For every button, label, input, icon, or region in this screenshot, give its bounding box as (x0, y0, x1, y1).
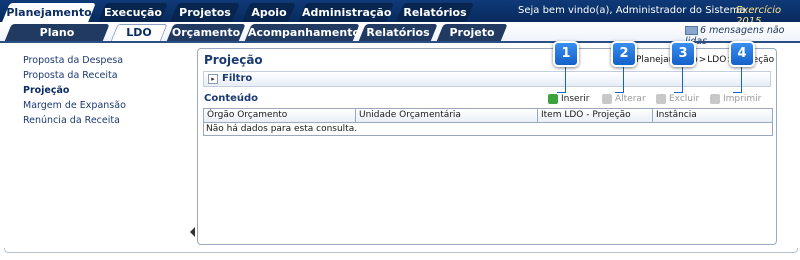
callout-connector (557, 92, 566, 93)
empty-table-message: Não há dados para esta consulta. (206, 124, 358, 134)
sub-navigation-bar: Plano Plurianual LDO Orçamento Acompanha… (0, 22, 800, 57)
printer-icon (710, 93, 720, 104)
filter-label: Filtro (222, 73, 253, 84)
top-tab-label: Administração (302, 6, 392, 19)
page-title: Projeção (204, 53, 263, 67)
sub-tab-acompanhamento[interactable]: Acompanhamento (244, 24, 360, 42)
callout-connector (674, 92, 683, 93)
page-bottom-border (4, 248, 798, 253)
sidebar: Proposta da Despesa Proposta da Receita … (23, 53, 188, 128)
delete-button[interactable]: Excluir (656, 92, 699, 106)
sidebar-item-renuncia-receita[interactable]: Renúncia da Receita (23, 113, 188, 128)
sidebar-item-projecao[interactable]: Projeção (23, 83, 188, 98)
callout-badge-1: 1 (553, 41, 579, 67)
sidebar-item-margem-expansao[interactable]: Margem de Expansão (23, 98, 188, 113)
insert-button[interactable]: Inserir (548, 92, 590, 106)
top-tab-relatorios[interactable]: Relatórios (396, 3, 474, 22)
sub-tab-label: Relatórios (366, 26, 430, 39)
results-table: Órgão Orçamento Unidade Orçamentária Ite… (203, 108, 773, 136)
top-tab-label: Execução (104, 6, 162, 19)
sub-tab-label: Orçamento (171, 26, 241, 39)
top-tab-label: Planejamento (6, 6, 92, 19)
callout-badge-2: 2 (611, 41, 637, 67)
add-icon (548, 93, 558, 104)
main-panel: Projeção Planejamento>LDO>Projeção ▸ Fil… (197, 48, 777, 245)
edit-button[interactable]: Alterar (602, 92, 646, 106)
top-navigation-bar: Planejamento Execução Projetos Apoio Adm… (0, 0, 800, 27)
delete-label: Excluir (669, 94, 700, 104)
sub-tab-projeto[interactable]: Projeto (436, 24, 508, 42)
callout-badge-4: 4 (729, 41, 755, 67)
trash-icon (656, 93, 666, 104)
top-tab-label: Apoio (251, 6, 287, 19)
breadcrumb-separator: > (698, 55, 707, 65)
edit-icon (602, 93, 612, 104)
sub-tab-orcamento[interactable]: Orçamento (166, 24, 246, 42)
print-button[interactable]: Imprimir (710, 92, 761, 106)
top-tab-apoio[interactable]: Apoio (242, 3, 296, 22)
insert-label: Inserir (561, 94, 590, 104)
column-header-item-ldo[interactable]: Item LDO - Projeção (538, 109, 653, 122)
content-label: Conteúdo (204, 93, 259, 104)
sidebar-collapse-handle[interactable] (190, 227, 195, 237)
filter-section-header[interactable]: ▸ Filtro (203, 71, 771, 87)
column-header-unidade[interactable]: Unidade Orçamentária (356, 109, 538, 122)
table-header-row: Órgão Orçamento Unidade Orçamentária Ite… (204, 109, 772, 123)
callout-badge-3: 3 (670, 41, 696, 67)
sub-tab-relatorios[interactable]: Relatórios (358, 24, 438, 42)
callout-connector (615, 92, 624, 93)
top-tab-label: Projetos (179, 6, 231, 19)
column-header-instancia[interactable]: Instância (653, 109, 770, 122)
envelope-icon (685, 26, 698, 35)
expand-arrow-icon: ▸ (208, 74, 218, 84)
breadcrumb-item[interactable]: LDO (707, 55, 726, 65)
top-tab-administracao[interactable]: Administração (298, 3, 394, 22)
top-tab-planejamento[interactable]: Planejamento (2, 3, 96, 22)
sub-tab-label: Acompanhamento (248, 26, 361, 39)
sidebar-item-proposta-receita[interactable]: Proposta da Receita (23, 68, 188, 83)
welcome-text: Seja bem vindo(a), Administrador do Sist… (518, 5, 746, 16)
top-tab-label: Relatórios (403, 6, 467, 19)
sub-tab-label: Projeto (449, 26, 495, 39)
print-label: Imprimir (723, 94, 762, 104)
top-tab-execucao[interactable]: Execução (98, 3, 168, 22)
callout-connector (733, 92, 742, 93)
sub-tab-plano-plurianual[interactable]: Plano Plurianual (4, 24, 110, 57)
sub-tab-ldo[interactable]: LDO (110, 24, 168, 42)
column-header-orgao[interactable]: Órgão Orçamento (204, 109, 356, 122)
top-tab-projetos[interactable]: Projetos (170, 3, 240, 22)
edit-label: Alterar (615, 94, 646, 104)
sub-tab-label: LDO (126, 26, 152, 39)
